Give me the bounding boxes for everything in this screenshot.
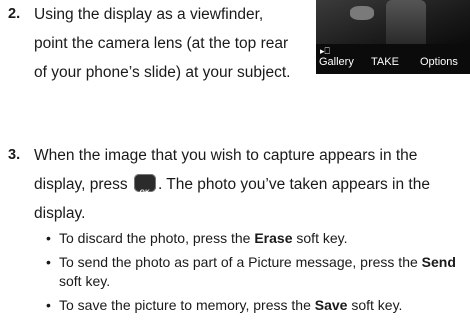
bullet-send-text: To send the photo as part of a Picture m… xyxy=(59,254,422,270)
bullet-send: To send the photo as part of a Picture m… xyxy=(46,253,466,291)
photo-subject-shape xyxy=(350,6,374,20)
phone-display-image: ▸⎕ Gallery TAKE Options xyxy=(316,0,470,74)
step-3-number: 3. xyxy=(8,147,21,163)
send-key-label: Send xyxy=(421,254,456,270)
ok-key-icon: OK xyxy=(133,174,156,196)
bullet-save-suffix: soft key. xyxy=(347,297,403,313)
bullet-save: To save the picture to memory, press the… xyxy=(46,296,466,315)
memory-indicator-icon: ▸⎕ xyxy=(320,46,330,56)
bullet-erase-text: To discard the photo, press the xyxy=(59,230,255,246)
step-2-text: Using the display as a viewfinder, point… xyxy=(34,6,291,81)
step-2-number: 2. xyxy=(8,6,21,22)
softkey-options: Options xyxy=(420,56,458,68)
erase-key-label: Erase xyxy=(254,230,293,246)
ok-key-label: OK xyxy=(139,189,151,196)
step-3-text: When the image that you wish to capture … xyxy=(34,141,464,228)
bullet-list: To discard the photo, press the Erase so… xyxy=(46,229,466,320)
bullet-save-text: To save the picture to memory, press the xyxy=(59,297,315,313)
viewfinder-photo xyxy=(316,0,470,44)
softkey-gallery: Gallery xyxy=(319,56,354,68)
bullet-erase: To discard the photo, press the Erase so… xyxy=(46,229,466,248)
save-key-label: Save xyxy=(314,297,348,313)
softkey-bar: Gallery TAKE Options xyxy=(316,56,470,70)
bullet-erase-suffix: soft key. xyxy=(292,230,348,246)
photo-subject-shape-2 xyxy=(386,0,426,44)
bullet-send-suffix: soft key. xyxy=(59,273,111,289)
softkey-take: TAKE xyxy=(371,56,399,68)
